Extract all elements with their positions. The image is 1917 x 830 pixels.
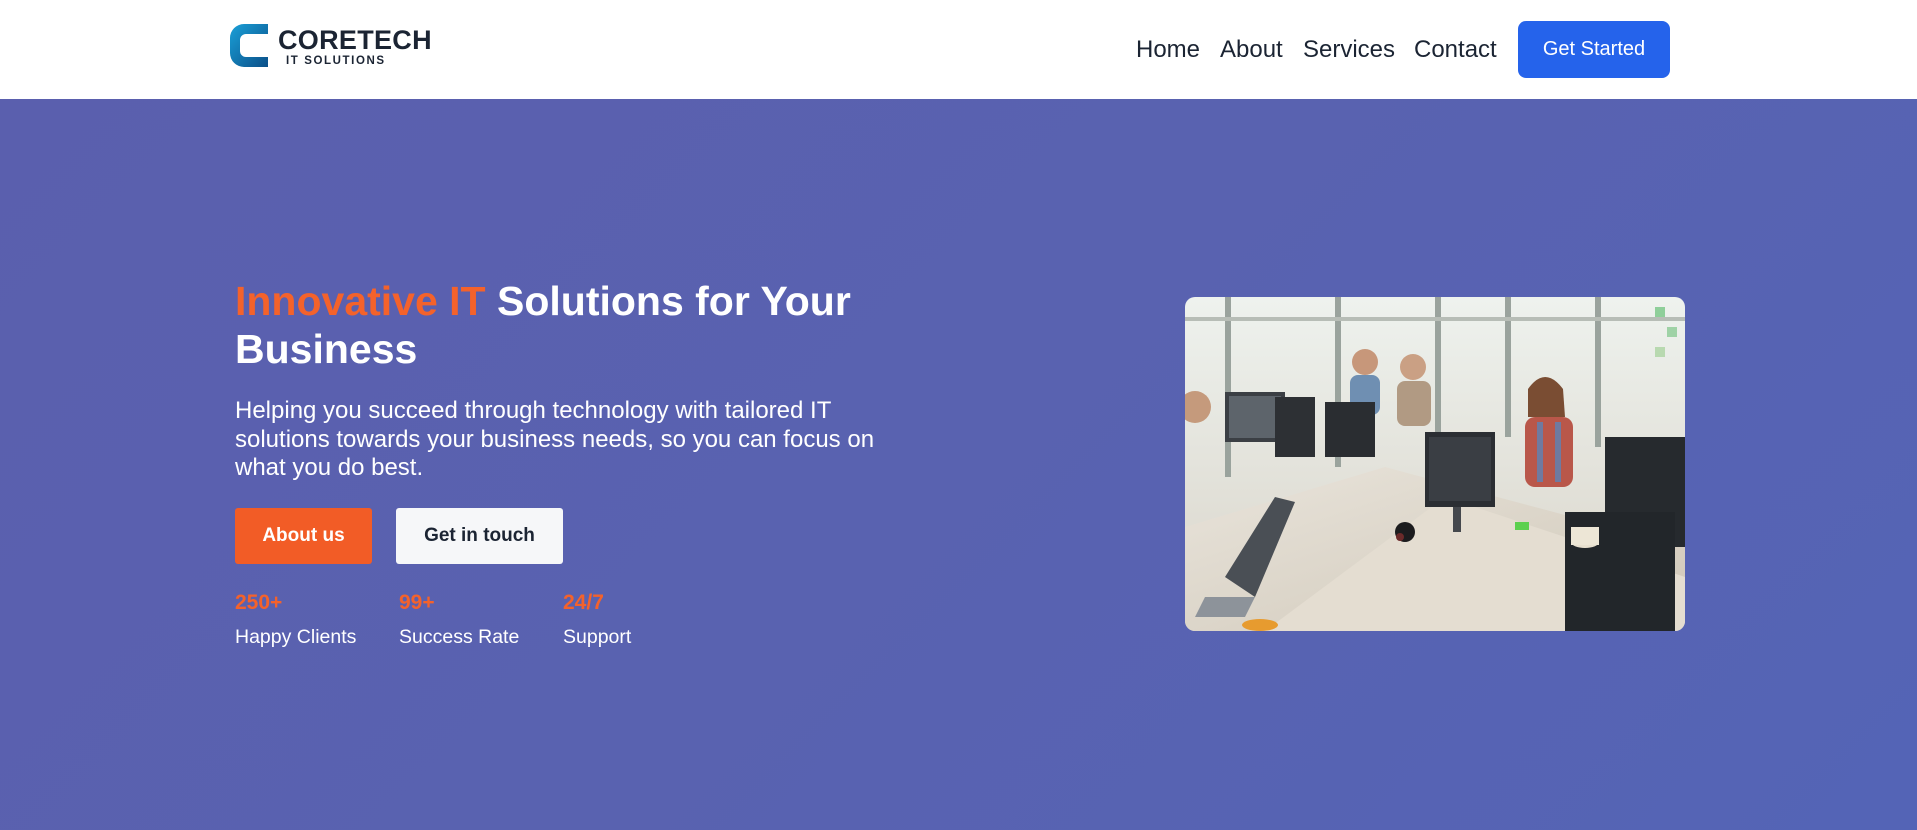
stat-value: 99+ bbox=[399, 591, 435, 614]
navbar: CORETECH IT SOLUTIONS Home About Service… bbox=[0, 0, 1917, 99]
hero-headline-accent: Innovative IT bbox=[235, 278, 486, 324]
stat-value: 24/7 bbox=[563, 591, 604, 614]
hero-section: Innovative IT Solutions for Your Busines… bbox=[0, 99, 1917, 830]
hero-headline: Innovative IT Solutions for Your Busines… bbox=[235, 277, 875, 373]
brand-logo[interactable]: CORETECH IT SOLUTIONS bbox=[230, 24, 432, 68]
nav-link-home[interactable]: Home bbox=[1136, 34, 1200, 66]
brand-name: CORETECH bbox=[278, 25, 432, 55]
get-in-touch-button[interactable]: Get in touch bbox=[396, 508, 563, 564]
get-started-button[interactable]: Get Started bbox=[1518, 21, 1670, 78]
stat-label: Happy Clients bbox=[235, 626, 357, 648]
stat-label: Success Rate bbox=[399, 626, 520, 648]
nav-link-contact[interactable]: Contact bbox=[1414, 34, 1497, 66]
coretech-logo-icon bbox=[230, 24, 268, 67]
brand-tagline: IT SOLUTIONS bbox=[286, 55, 386, 67]
stat-success-rate: 99+ Success Rate bbox=[399, 591, 519, 649]
stat-value: 250+ bbox=[235, 591, 283, 614]
office-photo-illustration bbox=[1185, 297, 1685, 631]
nav-link-services[interactable]: Services bbox=[1303, 34, 1395, 66]
hero-subtext: Helping you succeed through technology w… bbox=[235, 397, 875, 481]
nav-link-about[interactable]: About bbox=[1220, 34, 1283, 66]
stat-happy-clients: 250+ Happy Clients bbox=[235, 591, 356, 649]
stat-label: Support bbox=[563, 626, 632, 648]
stat-support: 24/7 Support bbox=[563, 591, 631, 649]
about-us-button[interactable]: About us bbox=[235, 508, 372, 564]
hero-office-photo bbox=[1185, 297, 1685, 631]
